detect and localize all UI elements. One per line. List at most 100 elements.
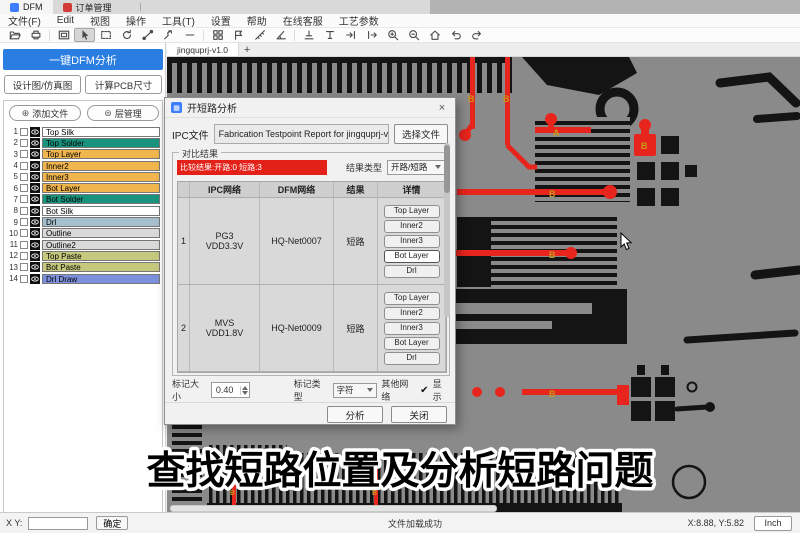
layer-row[interactable]: 4Inner2: [6, 160, 160, 171]
angle-measure-icon[interactable]: [270, 28, 291, 42]
calc-pcb-size-button[interactable]: 计算PCB尺寸: [85, 75, 162, 94]
add-file-button[interactable]: ⊕添加文件: [9, 105, 81, 121]
menu-operate[interactable]: 操作: [118, 13, 154, 28]
menu-online-service[interactable]: 在线客服: [275, 13, 331, 28]
table-scrollbar-thumb[interactable]: [444, 145, 450, 193]
layer-checkbox[interactable]: [20, 162, 28, 170]
eye-icon[interactable]: [30, 183, 40, 193]
minus-icon[interactable]: [179, 28, 200, 42]
menu-help[interactable]: 帮助: [239, 13, 275, 28]
eye-icon[interactable]: [30, 206, 40, 216]
node-edit-icon[interactable]: [137, 28, 158, 42]
marquee-select-icon[interactable]: [95, 28, 116, 42]
layer-checkbox[interactable]: [20, 184, 28, 192]
layer-checkbox[interactable]: [20, 128, 28, 136]
route-icon[interactable]: [158, 28, 179, 42]
measure-icon[interactable]: [249, 28, 270, 42]
eye-icon[interactable]: [30, 149, 40, 159]
new-tab-button[interactable]: +: [239, 43, 255, 56]
layer-checkbox[interactable]: [20, 207, 28, 215]
show-checkbox-checked-icon[interactable]: ✔: [420, 385, 428, 396]
rotate-icon[interactable]: [116, 28, 137, 42]
eye-icon[interactable]: [30, 217, 40, 227]
layer-row[interactable]: 7Bot Solder: [6, 194, 160, 205]
layer-checkbox[interactable]: [20, 252, 28, 260]
menu-settings[interactable]: 设置: [203, 13, 239, 28]
layer-row[interactable]: 6Bot Layer: [6, 182, 160, 193]
zoom-out-icon[interactable]: [403, 28, 424, 42]
eye-icon[interactable]: [30, 228, 40, 238]
detail-layer-button[interactable]: Top Layer: [384, 292, 440, 305]
result-type-select[interactable]: 开路/短路: [387, 160, 445, 175]
eye-icon[interactable]: [30, 194, 40, 204]
home-view-icon[interactable]: [424, 28, 445, 42]
eye-icon[interactable]: [30, 161, 40, 171]
one-key-dfm-button[interactable]: 一键DFM分析: [3, 49, 163, 70]
app-tab-dfm[interactable]: DFM: [0, 0, 53, 14]
table-row[interactable]: 1 PG3VDD3.3V HQ-Net0007 短路 Top Layer Inn…: [178, 198, 446, 285]
detail-layer-button[interactable]: Bot Layer: [384, 337, 440, 350]
choose-file-button[interactable]: 选择文件: [394, 124, 448, 144]
layer-row[interactable]: 5Inner3: [6, 171, 160, 182]
detail-layer-button[interactable]: Drl: [384, 265, 440, 278]
pad-in-icon[interactable]: [340, 28, 361, 42]
xy-input[interactable]: [28, 517, 88, 530]
detail-layer-button[interactable]: Top Layer: [384, 205, 440, 218]
menu-view[interactable]: 视图: [82, 13, 118, 28]
eye-icon[interactable]: [30, 172, 40, 182]
layer-row[interactable]: 9Drl: [6, 216, 160, 227]
layer-manage-button[interactable]: ⊜层管理: [87, 105, 159, 121]
layer-checkbox[interactable]: [20, 241, 28, 249]
detail-layer-button[interactable]: Inner3: [384, 322, 440, 335]
layer-row[interactable]: 13Bot Paste: [6, 262, 160, 273]
table-scrollbar[interactable]: [444, 143, 450, 317]
layer-row[interactable]: 1Top Silk: [6, 126, 160, 137]
mark-size-spinner[interactable]: 0.40: [211, 382, 250, 398]
net-flag-icon[interactable]: [228, 28, 249, 42]
detail-layer-button[interactable]: Inner3: [384, 235, 440, 248]
fit-view-icon[interactable]: [53, 28, 74, 42]
detail-layer-button[interactable]: Inner2: [384, 220, 440, 233]
redo-icon[interactable]: [466, 28, 487, 42]
layer-row[interactable]: 14Drl Draw: [6, 273, 160, 284]
spin-up-icon[interactable]: [242, 386, 248, 390]
app-tab-orders[interactable]: 订单管理: [53, 0, 122, 14]
layer-row[interactable]: 12Top Paste: [6, 250, 160, 261]
h-scrollbar-thumb[interactable]: [170, 505, 497, 512]
zoom-in-icon[interactable]: [382, 28, 403, 42]
eye-icon[interactable]: [30, 262, 40, 272]
print-icon[interactable]: [25, 28, 46, 42]
layer-checkbox[interactable]: [20, 218, 28, 226]
eye-icon[interactable]: [30, 127, 40, 137]
mark-type-select[interactable]: 字符: [333, 383, 378, 398]
confirm-button[interactable]: 确定: [96, 516, 128, 530]
menu-tools[interactable]: 工具(T): [154, 13, 203, 28]
open-file-icon[interactable]: [4, 28, 25, 42]
menu-edit[interactable]: Edit: [49, 15, 82, 26]
stamp-icon[interactable]: [298, 28, 319, 42]
menu-file[interactable]: 文件(F): [0, 13, 49, 28]
detail-layer-button-active[interactable]: Bot Layer: [384, 250, 440, 263]
ipc-file-input[interactable]: Fabrication Testpoint Report for jingqup…: [214, 124, 389, 144]
pad-out-icon[interactable]: [361, 28, 382, 42]
eye-icon[interactable]: [30, 240, 40, 250]
select-cursor-icon[interactable]: [74, 28, 95, 42]
layer-checkbox[interactable]: [20, 263, 28, 271]
detail-layer-button[interactable]: Drl: [384, 352, 440, 365]
layer-checkbox[interactable]: [20, 229, 28, 237]
unit-button[interactable]: Inch: [754, 516, 792, 531]
table-row[interactable]: 2 MVSVDD1.8V HQ-Net0009 短路 Top Layer Inn…: [178, 285, 446, 372]
eye-icon[interactable]: [30, 138, 40, 148]
layer-row[interactable]: 8Bot Silk: [6, 205, 160, 216]
layer-row[interactable]: 10Outline: [6, 228, 160, 239]
analyze-button[interactable]: 分析: [327, 406, 383, 423]
layer-checkbox[interactable]: [20, 195, 28, 203]
spin-down-icon[interactable]: [242, 391, 248, 395]
layer-row[interactable]: 11Outline2: [6, 239, 160, 250]
layer-checkbox[interactable]: [20, 275, 28, 283]
text-tool-icon[interactable]: [319, 28, 340, 42]
eye-icon[interactable]: [30, 251, 40, 261]
layer-checkbox[interactable]: [20, 173, 28, 181]
layer-checkbox[interactable]: [20, 150, 28, 158]
eye-icon[interactable]: [30, 274, 40, 284]
